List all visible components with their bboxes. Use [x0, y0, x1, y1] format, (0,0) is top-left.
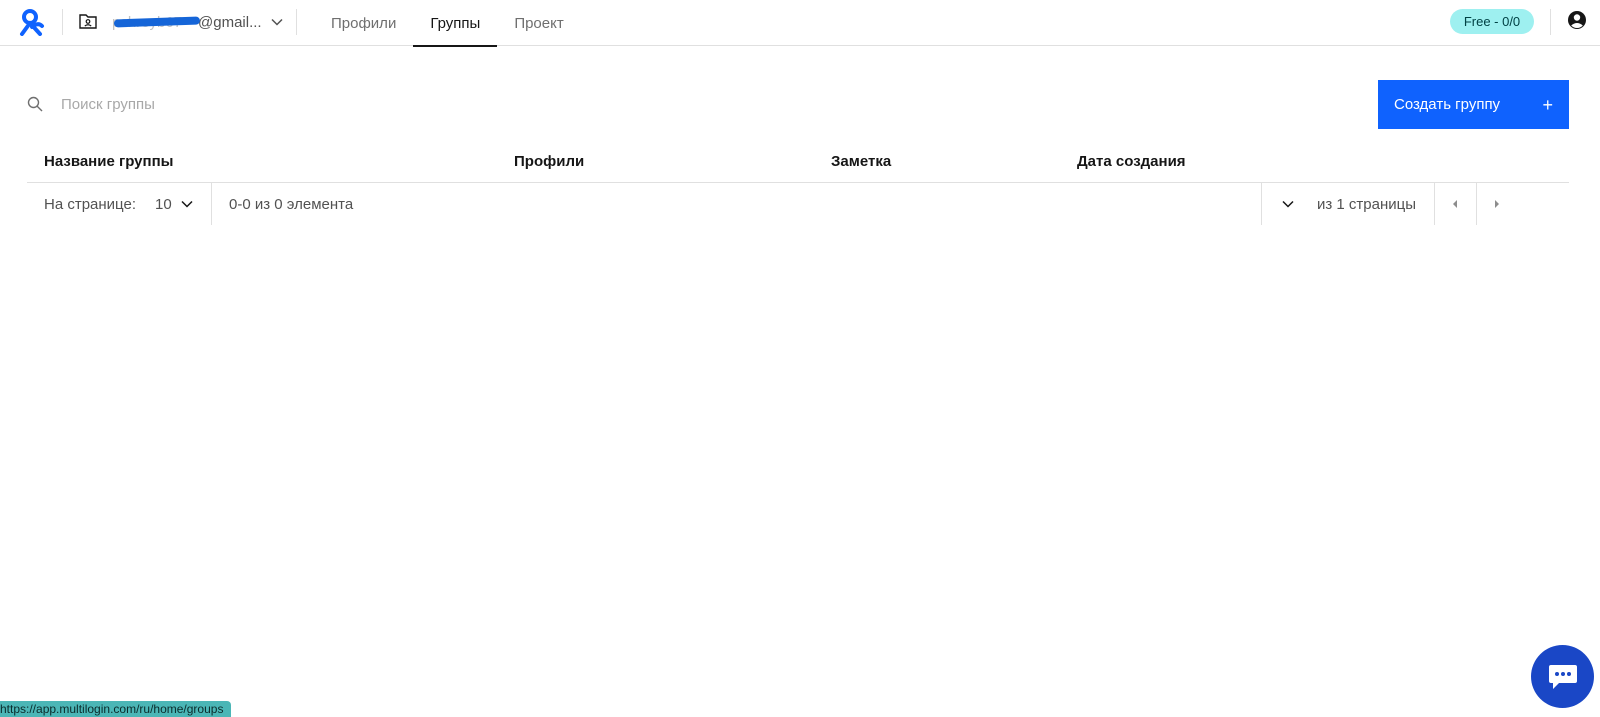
per-page-select[interactable]: 10: [155, 183, 194, 225]
chat-button[interactable]: [1531, 645, 1594, 708]
previous-page-button[interactable]: [1434, 183, 1476, 225]
main-nav: Профили Группы Проект: [314, 0, 581, 47]
header-divider: [1550, 9, 1551, 35]
account-email: @gmail...: [198, 13, 262, 31]
plan-badge[interactable]: Free - 0/0: [1450, 9, 1534, 34]
header-divider: [296, 9, 297, 35]
caret-left-icon: [1453, 200, 1457, 208]
page-select[interactable]: [1281, 183, 1295, 225]
pagination-bar: На странице: 10 0-0 из 0 элемента из 1 с…: [27, 183, 1569, 225]
account-switcher[interactable]: pshreyb67 @gmail...: [112, 11, 284, 33]
range-text: 0-0 из 0 элемента: [229, 195, 354, 213]
per-page-value: 10: [155, 195, 172, 213]
per-page-label: На странице:: [44, 195, 136, 213]
tab-groups[interactable]: Группы: [413, 0, 498, 47]
pagination-divider: [1261, 183, 1262, 225]
tab-project[interactable]: Проект: [497, 0, 580, 46]
folder-user-icon[interactable]: [79, 13, 97, 29]
user-icon[interactable]: [1567, 10, 1587, 30]
column-header-note[interactable]: Заметка: [831, 153, 891, 170]
caret-right-icon: [1495, 200, 1499, 208]
chevron-down-icon: [1282, 200, 1294, 208]
search-input[interactable]: [52, 88, 552, 120]
top-header: pshreyb67 @gmail... Профили Группы Проек…: [0, 0, 1600, 47]
logo-icon[interactable]: [18, 8, 46, 36]
create-group-label: Создать группу: [1394, 96, 1501, 113]
column-header-group-name[interactable]: Название группы: [44, 153, 173, 170]
chevron-down-icon: [181, 200, 193, 208]
pagination-divider: [211, 183, 212, 225]
chevron-down-icon: [271, 18, 283, 26]
next-page-button[interactable]: [1476, 183, 1518, 225]
status-bar-url: https://app.multilogin.com/ru/home/group…: [0, 701, 232, 717]
column-header-created-date[interactable]: Дата создания: [1077, 153, 1186, 170]
table-header: Название группы Профили Заметка Дата соз…: [27, 141, 1569, 183]
pages-text: из 1 страницы: [1317, 195, 1417, 213]
chat-icon: [1548, 664, 1577, 689]
create-group-button[interactable]: Создать группу +: [1378, 80, 1569, 129]
column-header-profiles[interactable]: Профили: [514, 153, 584, 170]
tab-profiles[interactable]: Профили: [314, 0, 413, 46]
header-divider: [62, 9, 63, 35]
plus-icon: +: [1542, 94, 1553, 115]
search-icon: [27, 96, 43, 112]
